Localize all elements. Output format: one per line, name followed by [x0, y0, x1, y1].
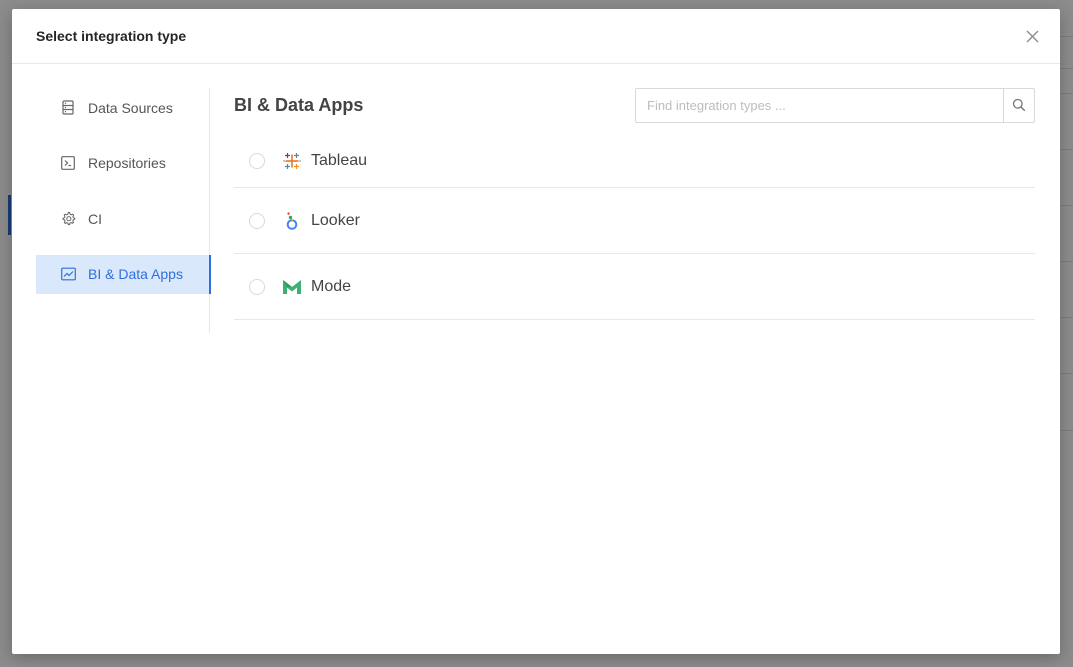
- chart-icon: [60, 266, 76, 282]
- radio-button[interactable]: [249, 278, 265, 295]
- search-box: [635, 87, 1035, 123]
- modal-header: Select integration type: [12, 9, 1060, 64]
- category-sidebar: Data Sources Repositories CI BI & Data A…: [36, 88, 211, 333]
- sidebar-item-data-sources[interactable]: Data Sources: [36, 88, 210, 127]
- looker-logo-icon: [282, 211, 302, 231]
- sidebar-item-bi-data-apps[interactable]: BI & Data Apps: [36, 254, 211, 294]
- sidebar-item-ci[interactable]: CI: [36, 199, 210, 238]
- mode-logo-icon: [282, 277, 302, 297]
- section-title: BI & Data Apps: [234, 94, 364, 115]
- integration-type-modal: Select integration type Data Sources Rep…: [12, 9, 1060, 654]
- search-input[interactable]: [636, 88, 1003, 122]
- sidebar-item-repositories[interactable]: Repositories: [36, 144, 210, 183]
- integration-label: Tableau: [311, 151, 368, 169]
- gear-icon: [60, 211, 76, 227]
- sidebar-item-label: CI: [88, 210, 102, 227]
- integration-option-looker[interactable]: Looker: [234, 188, 1035, 254]
- radio-button[interactable]: [249, 152, 265, 169]
- search-button[interactable]: [1003, 88, 1034, 122]
- search-icon: [1012, 98, 1026, 112]
- tableau-logo-icon: [282, 151, 302, 171]
- database-icon: [60, 100, 76, 116]
- integration-option-tableau[interactable]: Tableau: [234, 134, 1035, 188]
- radio-button[interactable]: [249, 212, 265, 229]
- close-button[interactable]: [1022, 26, 1042, 46]
- integration-option-mode[interactable]: Mode: [234, 254, 1035, 320]
- sidebar-item-label: BI & Data Apps: [88, 266, 183, 282]
- terminal-icon: [60, 155, 76, 171]
- close-icon: [1026, 30, 1038, 42]
- integration-list: Tableau Looker Mode: [234, 134, 1035, 320]
- integration-label: Mode: [311, 277, 352, 295]
- sidebar-item-label: Repositories: [88, 155, 166, 171]
- integration-label: Looker: [311, 211, 360, 229]
- sidebar-item-label: Data Sources: [88, 99, 173, 116]
- modal-title: Select integration type: [36, 28, 187, 44]
- integration-main: BI & Data Apps Find integration types ..…: [234, 87, 1035, 320]
